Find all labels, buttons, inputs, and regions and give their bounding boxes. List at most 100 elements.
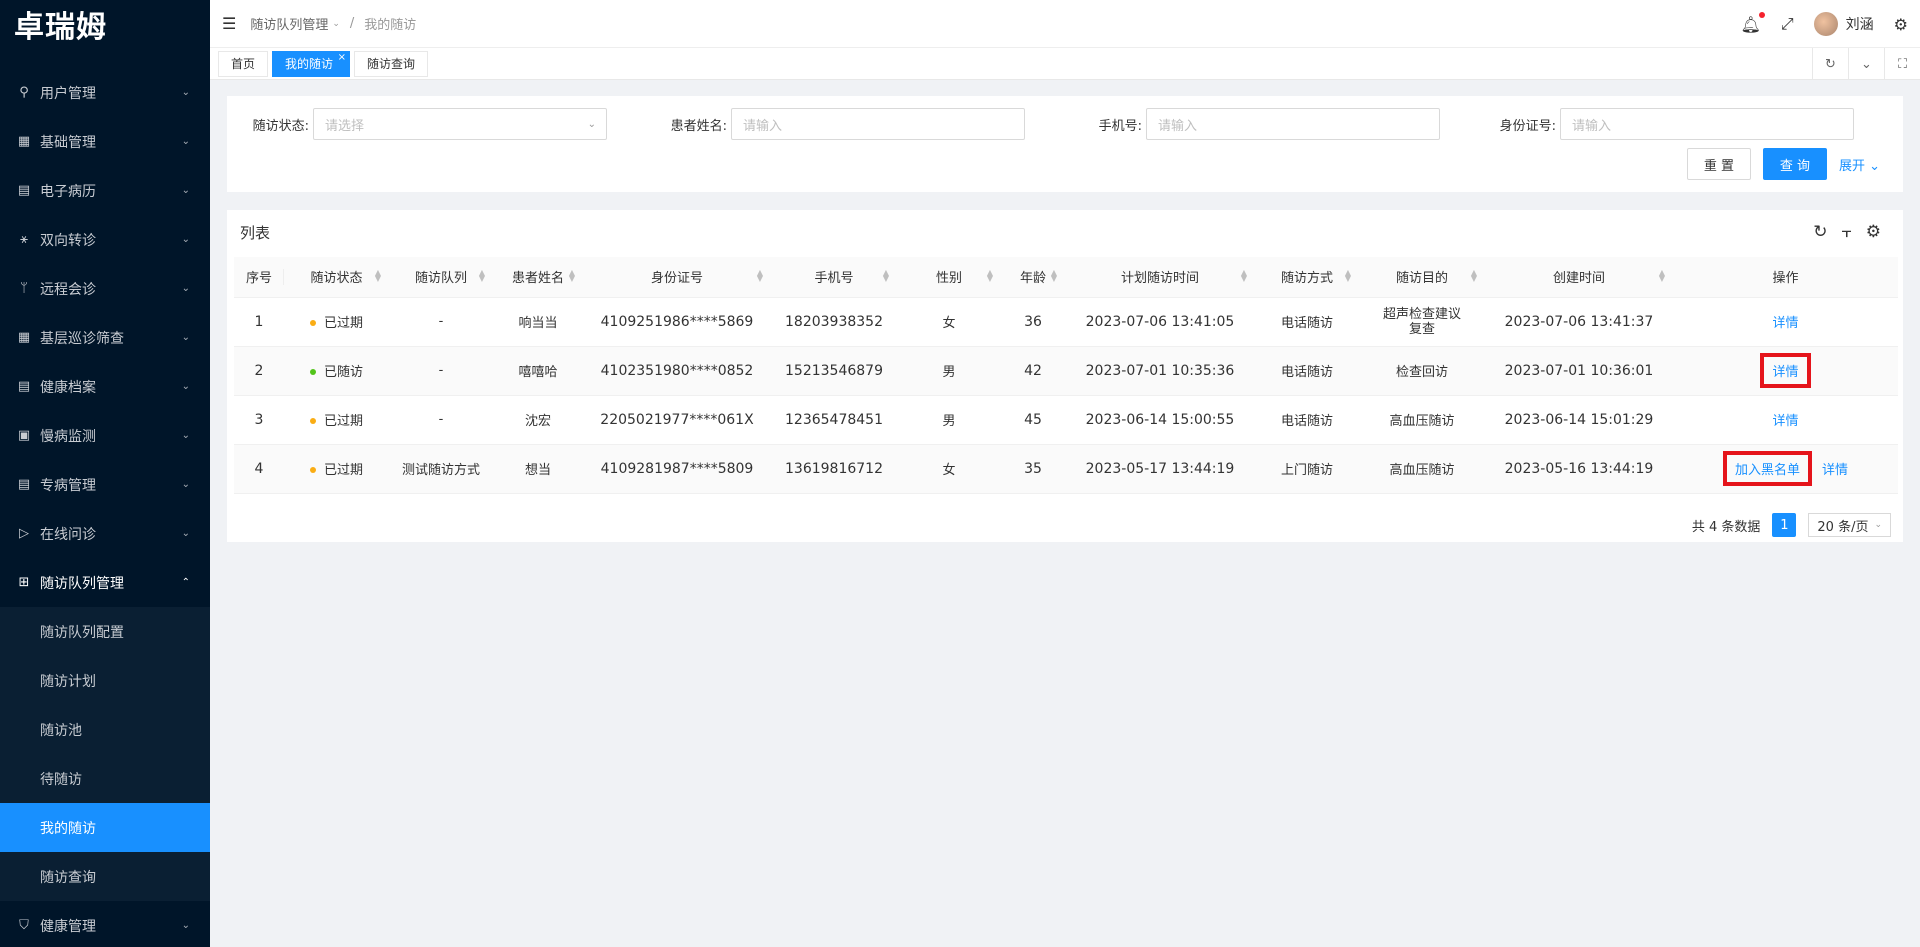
- detail-link[interactable]: 详情: [1772, 410, 1798, 429]
- sidebar-item-emr[interactable]: ▤ 电子病历 ⌄: [0, 166, 210, 215]
- col-header[interactable]: 年龄 ▲ ▼: [1001, 257, 1065, 298]
- sidebar-subitem-plan[interactable]: 随访计划: [0, 656, 210, 705]
- sidebar-item-followup[interactable]: ⊞ 随访队列管理 ⌃: [0, 558, 210, 607]
- sort-icon[interactable]: ▲ ▼: [1471, 269, 1477, 283]
- status-dot: [309, 320, 316, 326]
- page-size-select[interactable]: 20 条/页 ⌄: [1808, 513, 1891, 537]
- phone-input[interactable]: 请输入: [1146, 108, 1440, 140]
- transfer-icon: ⚹: [20, 232, 28, 247]
- sidebar-item-transfer[interactable]: ⚹ 双向转诊 ⌄: [0, 215, 210, 264]
- sort-icon[interactable]: ▲ ▼: [1051, 269, 1057, 283]
- breadcrumb-parent[interactable]: 随访队列管理: [250, 14, 328, 33]
- sidebar: 卓瑞姆 ⚲ 用户管理 ⌄ ▦ 基础管理 ⌄ ▤ 电子病历 ⌄ ⚹ 双向转诊 ⌄ ᛘ 远程会诊 ⌄ ▦…: [0, 0, 210, 947]
- sidebar-item-base[interactable]: ▦ 基础管理 ⌄: [0, 117, 210, 166]
- chevron-down-icon: ⌄: [181, 332, 190, 343]
- notification-dot: [1758, 11, 1765, 18]
- sort-icon[interactable]: ▲ ▼: [479, 269, 485, 283]
- sidebar-item-archive[interactable]: ▤ 健康档案 ⌄: [0, 362, 210, 411]
- cell-status: 已随访: [284, 346, 389, 396]
- col-header[interactable]: 随访状态 ▲ ▼: [284, 257, 389, 298]
- col-header[interactable]: 创建时间 ▲ ▼: [1485, 257, 1673, 298]
- search-button[interactable]: 查 询: [1763, 148, 1827, 180]
- cell-phone: 12365478451: [771, 395, 897, 445]
- cell-age: 42: [1001, 346, 1065, 396]
- col-header-label: 性别: [935, 271, 962, 287]
- sidebar-item-label: 基础管理: [40, 134, 96, 151]
- col-header[interactable]: 患者姓名 ▲ ▼: [493, 257, 583, 298]
- app-logo: 卓瑞姆: [14, 10, 107, 45]
- table-header-row: 序号 随访状态 ▲ ▼ 随访队列 ▲ ▼ 患者姓名 ▲ ▼ 身份证号 ▲ ▼ 手机号 ▲ ▼ 性别 ▲…: [234, 257, 1898, 298]
- sidebar-item-online[interactable]: ▷ 在线问诊 ⌄: [0, 509, 210, 558]
- refresh-icon[interactable]: ↻: [1812, 48, 1848, 80]
- sidebar-subitem-pool[interactable]: 随访池: [0, 705, 210, 754]
- col-header[interactable]: 手机号 ▲ ▼: [771, 257, 897, 298]
- sort-icon[interactable]: ▲ ▼: [1659, 269, 1665, 283]
- sidebar-item-remote[interactable]: ᛘ 远程会诊 ⌄: [0, 264, 210, 313]
- sort-icon[interactable]: ▲ ▼: [375, 269, 381, 283]
- sort-icon[interactable]: ▲ ▼: [883, 269, 889, 283]
- col-header[interactable]: 随访目的 ▲ ▼: [1359, 257, 1485, 298]
- table-row: 4 已过期 测试随访方式 想当 4109281987****5809 13619…: [234, 444, 1898, 494]
- idcard-input[interactable]: 请输入: [1560, 108, 1854, 140]
- col-header-label: 随访队列: [414, 271, 467, 287]
- chevron-down-icon: ⌄: [181, 920, 190, 931]
- user-name[interactable]: 刘涵: [1846, 14, 1874, 34]
- input-placeholder: 请输入: [1158, 118, 1198, 134]
- sidebar-item-label: 健康管理: [40, 918, 96, 935]
- gear-icon[interactable]: ⚙: [1894, 15, 1908, 34]
- reload-icon[interactable]: ↻: [1813, 222, 1827, 242]
- sidebar-item-chronic[interactable]: ▣ 慢病监测 ⌄: [0, 411, 210, 460]
- sort-icon[interactable]: ▲ ▼: [569, 269, 575, 283]
- expand-button[interactable]: 展开 ⌄: [1839, 155, 1880, 174]
- sort-icon[interactable]: ▲ ▼: [1345, 269, 1351, 283]
- col-header-label: 计划随访时间: [1120, 271, 1199, 287]
- header-actions: 🔔︎ ⤢ 刘涵 ⚙: [1741, 0, 1920, 48]
- filter-label: 手机号:: [1098, 118, 1142, 134]
- cell-gender: 男: [897, 395, 1001, 445]
- close-icon[interactable]: ×: [338, 46, 346, 70]
- tab-followup-query[interactable]: 随访查询: [354, 50, 429, 77]
- chevron-down-icon[interactable]: ⌄: [1848, 48, 1884, 80]
- sidebar-subitem-my-followup[interactable]: 我的随访: [0, 803, 210, 852]
- menu-fold-icon[interactable]: ☰: [222, 14, 236, 33]
- col-header[interactable]: 随访方式 ▲ ▼: [1255, 257, 1359, 298]
- followup-table: 序号 随访状态 ▲ ▼ 随访队列 ▲ ▼ 患者姓名 ▲ ▼ 身份证号 ▲ ▼ 手机号 ▲ ▼ 性别 ▲…: [234, 257, 1898, 494]
- detail-link[interactable]: 详情: [1760, 353, 1811, 388]
- sidebar-subitem-queue-config[interactable]: 随访队列配置: [0, 607, 210, 656]
- expand-icon[interactable]: ⛶: [1884, 48, 1920, 80]
- col-header-label: 随访状态: [310, 271, 363, 287]
- chevron-down-icon: ⌄: [181, 234, 190, 245]
- sort-icon[interactable]: ▲ ▼: [757, 269, 763, 283]
- bell-icon[interactable]: 🔔︎: [1741, 11, 1765, 34]
- sidebar-item-screening[interactable]: ▦ 基层巡诊筛查 ⌄: [0, 313, 210, 362]
- column-height-icon[interactable]: ⫟: [1841, 222, 1851, 242]
- fullscreen-icon[interactable]: ⤢: [1781, 14, 1794, 34]
- detail-link[interactable]: 详情: [1822, 459, 1848, 478]
- sort-icon[interactable]: ▲ ▼: [987, 269, 993, 283]
- status-select[interactable]: 请选择 ⌄: [313, 108, 607, 140]
- col-header[interactable]: 计划随访时间 ▲ ▼: [1065, 257, 1255, 298]
- chevron-down-icon: ⌄: [181, 283, 190, 294]
- sidebar-item-user[interactable]: ⚲ 用户管理 ⌄: [0, 68, 210, 117]
- detail-link[interactable]: 详情: [1772, 312, 1798, 331]
- col-header[interactable]: 身份证号 ▲ ▼: [583, 257, 771, 298]
- sidebar-item-disease[interactable]: ▤ 专病管理 ⌄: [0, 460, 210, 509]
- add-blacklist-button[interactable]: 加入黑名单: [1722, 451, 1812, 486]
- sidebar-subitem-query[interactable]: 随访查询: [0, 852, 210, 901]
- avatar[interactable]: [1813, 12, 1838, 36]
- gear-icon[interactable]: ⚙: [1866, 222, 1881, 242]
- sidebar-subitem-pending[interactable]: 待随访: [0, 754, 210, 803]
- col-header[interactable]: 性别 ▲ ▼: [897, 257, 1001, 298]
- filter-label: 随访状态:: [252, 118, 309, 134]
- patient-name-input[interactable]: 请输入: [731, 108, 1025, 140]
- tab-home[interactable]: 首页: [218, 50, 269, 77]
- col-header[interactable]: 随访队列 ▲ ▼: [389, 257, 493, 298]
- sidebar-item-health[interactable]: ⛉ 健康管理 ⌄: [0, 901, 210, 947]
- cell-queue: -: [389, 395, 493, 445]
- page-1-button[interactable]: 1: [1772, 513, 1797, 537]
- cell-idcard: 2205021977****061X: [583, 395, 771, 445]
- reset-button[interactable]: 重 置: [1687, 148, 1751, 180]
- list-title: 列表: [240, 224, 271, 242]
- tab-my-followup[interactable]: 我的随访 ×: [272, 50, 351, 77]
- sort-icon[interactable]: ▲ ▼: [1241, 269, 1247, 283]
